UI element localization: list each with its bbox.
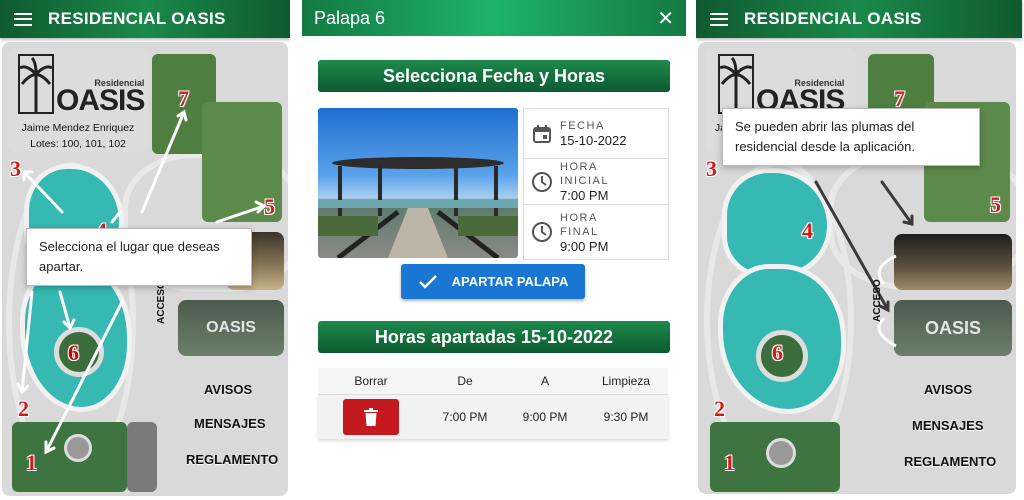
tooltip-text: Selecciona el lugar que deseas apartar. <box>39 239 220 274</box>
close-icon[interactable]: ✕ <box>657 6 674 31</box>
right-panel: RESIDENCIAL OASIS OASIS Residencial OASI… <box>696 0 1024 500</box>
left-appbar: RESIDENCIAL OASIS <box>0 0 290 38</box>
fecha-field[interactable]: FECHA 15-10-2022 <box>524 109 668 159</box>
left-panel: RESIDENCIAL OASIS OASIS Residencial OASI… <box>0 0 290 500</box>
hora-final-label-2: FINAL <box>560 225 599 238</box>
col-de: De <box>457 374 473 388</box>
fecha-value: 15-10-2022 <box>560 133 627 148</box>
select-date-heading-text: Selecciona Fecha y Horas <box>382 65 606 86</box>
dialog-titlebar: Palapa 6 ✕ <box>302 0 686 36</box>
apartar-palapa-label: APARTAR PALAPA <box>451 274 569 289</box>
fecha-label: FECHA <box>560 120 605 132</box>
app-title: RESIDENCIAL OASIS <box>744 9 922 28</box>
hora-inicial-label-2: INICIAL <box>560 175 610 187</box>
hora-final-label-1: HORA <box>560 211 598 224</box>
hora-final-field[interactable]: HORA FINAL 9:00 PM <box>524 205 668 259</box>
date-time-fields: FECHA 15-10-2022 HORA INICIAL 7:00 PM HO… <box>523 108 669 260</box>
avisos-link[interactable]: AVISOS <box>204 382 252 397</box>
reserved-hours-heading-text: Horas apartadas 15-10-2022 <box>374 326 614 347</box>
palapa-photo <box>318 108 518 258</box>
tooltip-open-gates: Se pueden abrir las plumas del residenci… <box>722 108 980 166</box>
hora-inicial-value: 7:00 PM <box>560 188 609 203</box>
clock-icon <box>524 171 560 193</box>
select-date-heading: Selecciona Fecha y Horas <box>318 60 670 92</box>
cell-limpieza: 9:30 PM <box>603 410 649 424</box>
delete-button[interactable] <box>343 399 399 435</box>
clock-icon <box>524 221 560 243</box>
table-header: Borrar De A Limpieza <box>318 368 668 395</box>
hora-inicial-field[interactable]: HORA INICIAL 7:00 PM <box>524 159 668 205</box>
tooltip-text: Se pueden abrir las plumas del residenci… <box>735 119 915 154</box>
col-borrar: Borrar <box>354 374 388 388</box>
hamburger-menu-icon[interactable] <box>14 12 32 26</box>
calendar-icon <box>524 124 560 144</box>
app-title: RESIDENCIAL OASIS <box>48 9 226 28</box>
col-limpieza: Limpieza <box>601 374 651 388</box>
mensajes-link[interactable]: MENSAJES <box>912 418 984 433</box>
cell-de: 7:00 PM <box>442 410 488 424</box>
hamburger-menu-icon[interactable] <box>710 12 728 26</box>
palapa-dialog: Palapa 6 ✕ Selecciona Fecha y Horas FECH… <box>302 0 686 500</box>
acceso-label: ACCESO <box>156 281 167 324</box>
right-appbar: RESIDENCIAL OASIS <box>696 0 1022 38</box>
cell-a: 9:00 PM <box>522 410 568 424</box>
reserved-hours-table: Borrar De A Limpieza 7:00 PM 9:00 PM 9:3… <box>318 368 668 439</box>
table-row: 7:00 PM 9:00 PM 9:30 PM <box>318 395 668 439</box>
reserved-hours-heading: Horas apartadas 15-10-2022 <box>318 321 670 353</box>
check-icon <box>418 274 437 289</box>
palapa-illustration <box>318 157 518 258</box>
apartar-palapa-button[interactable]: APARTAR PALAPA <box>401 264 585 299</box>
hora-final-value: 9:00 PM <box>560 238 609 254</box>
dialog-title: Palapa 6 <box>314 7 386 28</box>
avisos-link[interactable]: AVISOS <box>924 382 972 397</box>
mensajes-link[interactable]: MENSAJES <box>194 416 266 431</box>
tooltip-select-place: Selecciona el lugar que deseas apartar. <box>26 228 252 286</box>
reglamento-link[interactable]: REGLAMENTO <box>186 452 278 467</box>
acceso-label: ACCESO <box>872 279 883 322</box>
hora-inicial-label-1: HORA <box>560 161 598 173</box>
col-a: A <box>540 374 549 388</box>
reglamento-link[interactable]: REGLAMENTO <box>904 454 996 469</box>
trash-icon <box>364 408 378 426</box>
